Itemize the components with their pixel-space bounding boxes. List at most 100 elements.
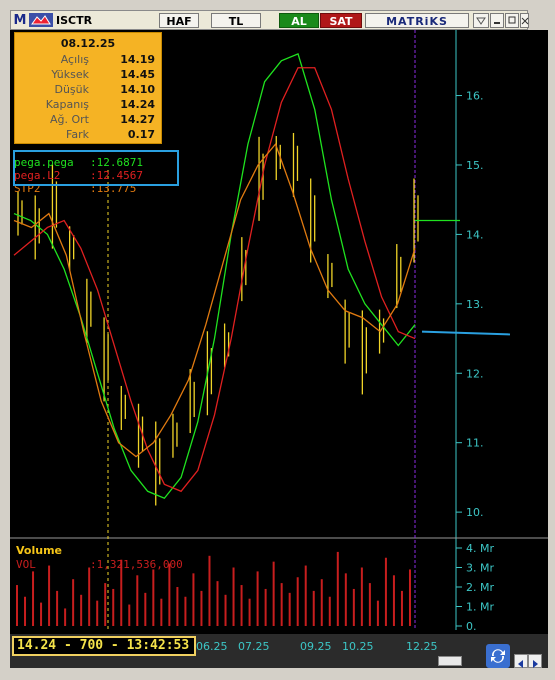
info-row-value: 14.45 [120,68,155,81]
volume-value: :1,321,536,000 [90,558,183,571]
volume-tick-label: 2. Mr [466,581,494,594]
volume-bar [312,590,315,626]
volume-bar [64,608,67,626]
volume-bar [24,596,27,626]
volume-bar [136,575,139,626]
period-button[interactable]: HAF [159,13,199,28]
minimize-icon[interactable] [490,13,504,28]
volume-bar [16,585,18,626]
info-row-label: Yüksek [51,68,89,81]
info-row: Kapanış 14.24 [15,98,155,112]
volume-bar [152,569,155,626]
y-tick-label: 15. [466,159,484,172]
volume-bar [280,583,283,626]
volume-bar [88,567,91,626]
volume-bar [176,587,179,626]
volume-bar [232,567,235,626]
maximize-icon[interactable] [505,13,519,28]
x-axis-label: 07.25 [238,640,270,653]
info-row-value: 14.19 [120,53,155,66]
volume-bar [272,561,275,626]
volume-bar [360,567,363,626]
info-row-label: Düşük [54,83,89,96]
volume-tick-label: 1. Mr [466,601,494,614]
info-row-label: Açılış [60,53,89,66]
volume-bar [192,573,195,626]
info-date: 08.12.25 [60,37,116,50]
annotation-line [421,330,511,336]
last-trade-status: 14.24 - 700 - 13:42:53 [12,636,196,656]
y-tick-label: 14. [466,228,484,241]
volume-bar [392,575,395,626]
info-row: Ağ. Ort 14.27 [15,113,155,127]
volume-tick-label: 4. Mr [466,542,494,555]
symbol-label[interactable]: ISCTR [56,13,106,28]
info-row-label: Fark [66,128,89,141]
close-icon[interactable] [520,13,529,28]
volume-bar [80,594,83,626]
y-tick-label: 12. [466,367,484,380]
chart-area[interactable]: 10. 11. 12. 13. 14. 15. 16. 4. Mr 3. Mr 2. Mr 1. M… [10,30,548,634]
x-axis-label: 09.25 [300,640,332,653]
volume-bar [144,592,147,626]
x-axis-label: 12.25 [406,640,438,653]
volume-bar [296,577,299,626]
volume-bar [328,596,331,626]
chart-toolbar: M ISCTR HAF TL AL SAT MATRiKS [10,10,529,30]
matriks-brand-button[interactable]: MATRiKS [365,13,469,28]
volume-bar [160,598,163,626]
volume-bar [200,590,203,626]
y-tick-label: 10. [466,506,484,519]
volume-bar [56,590,59,626]
symbol-flag-icon[interactable] [28,13,54,28]
volume-bar [48,565,51,626]
info-row-value: 14.24 [120,98,155,111]
volume-bar [304,565,307,626]
volume-bar [168,563,171,626]
info-row-value: 0.17 [127,128,155,141]
volume-bar [184,596,187,626]
y-tick-label: 11. [466,437,484,450]
scroll-left-icon[interactable] [514,654,528,668]
volume-bar [352,588,355,626]
volume-bar [320,579,323,626]
y-tick-label: 16. [466,90,484,103]
matriks-logo-icon: M [13,13,27,28]
info-row-label: Ağ. Ort [50,113,89,126]
series-line-stp2 [13,142,416,458]
volume-bar [288,592,291,626]
volume-bar [72,579,75,626]
scrollbar-thumb[interactable] [438,656,462,666]
volume-bar [376,600,379,626]
chart-window: M ISCTR HAF TL AL SAT MATRiKS 10. 11. 12. 1… [0,0,555,680]
volume-bar [368,583,371,626]
buy-button[interactable]: AL [279,13,319,28]
volume-bar [400,590,403,626]
legend-highlight-box [13,150,179,186]
sell-button[interactable]: SAT [320,13,362,28]
volume-tick-label: 3. Mr [466,562,494,575]
volume-bar [256,571,259,626]
info-row: Yüksek 14.45 [15,68,155,82]
dropdown-icon[interactable] [473,13,489,28]
volume-title: Volume [16,544,62,557]
refresh-icon[interactable] [486,644,510,668]
volume-bar [384,557,387,626]
volume-bar [264,588,267,626]
info-row-label: Kapanış [45,98,89,111]
volume-bar [104,583,107,626]
volume-name: VOL [16,558,36,571]
volume-bar [344,573,347,626]
volume-bar [408,569,411,626]
volume-bar [40,602,43,626]
ohlc-info-panel: 08.12.25 Açılış 14.19 Yüksek 14.45 Düşük 14.1… [14,32,162,144]
scroll-right-icon[interactable] [528,654,542,668]
info-row: Açılış 14.19 [15,53,155,67]
volume-tick-label: 0. [466,620,477,633]
volume-bar [224,594,227,626]
currency-button[interactable]: TL [211,13,261,28]
volume-bar [96,600,99,626]
volume-bar [32,571,35,626]
info-row: Düşük 14.10 [15,83,155,97]
volume-bar [216,581,219,626]
